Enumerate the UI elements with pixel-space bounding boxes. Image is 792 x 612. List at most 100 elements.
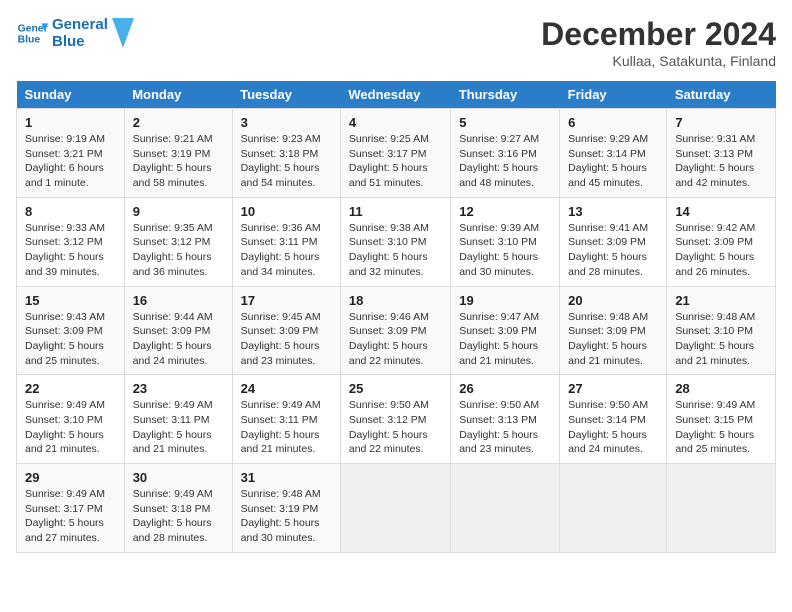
day-number: 25 [349, 381, 442, 396]
day-info: Sunrise: 9:25 AM Sunset: 3:17 PM Dayligh… [349, 132, 442, 191]
day-cell: 16 Sunrise: 9:44 AM Sunset: 3:09 PM Dayli… [124, 286, 232, 375]
day-info: Sunrise: 9:35 AM Sunset: 3:12 PM Dayligh… [133, 221, 224, 280]
day-cell: 1 Sunrise: 9:19 AM Sunset: 3:21 PM Daylig… [17, 109, 125, 198]
day-number: 24 [241, 381, 332, 396]
day-info: Sunrise: 9:50 AM Sunset: 3:13 PM Dayligh… [459, 398, 551, 457]
day-cell: 30 Sunrise: 9:49 AM Sunset: 3:18 PM Dayli… [124, 464, 232, 553]
month-title: December 2024 [541, 16, 776, 53]
col-header-saturday: Saturday [667, 81, 776, 109]
day-cell: 3 Sunrise: 9:23 AM Sunset: 3:18 PM Daylig… [232, 109, 340, 198]
day-number: 2 [133, 115, 224, 130]
day-info: Sunrise: 9:29 AM Sunset: 3:14 PM Dayligh… [568, 132, 658, 191]
day-cell: 29 Sunrise: 9:49 AM Sunset: 3:17 PM Dayli… [17, 464, 125, 553]
day-cell: 11 Sunrise: 9:38 AM Sunset: 3:10 PM Dayli… [340, 197, 450, 286]
week-row-2: 8 Sunrise: 9:33 AM Sunset: 3:12 PM Daylig… [17, 197, 776, 286]
day-number: 31 [241, 470, 332, 485]
day-number: 8 [25, 204, 116, 219]
day-number: 18 [349, 293, 442, 308]
day-info: Sunrise: 9:36 AM Sunset: 3:11 PM Dayligh… [241, 221, 332, 280]
day-number: 12 [459, 204, 551, 219]
day-cell: 9 Sunrise: 9:35 AM Sunset: 3:12 PM Daylig… [124, 197, 232, 286]
col-header-thursday: Thursday [451, 81, 560, 109]
day-info: Sunrise: 9:31 AM Sunset: 3:13 PM Dayligh… [675, 132, 767, 191]
week-row-5: 29 Sunrise: 9:49 AM Sunset: 3:17 PM Dayli… [17, 464, 776, 553]
day-cell: 24Sunrise: 9:49 AM Sunset: 3:11 PM Dayli… [232, 375, 340, 464]
day-number: 17 [241, 293, 332, 308]
day-cell: 4 Sunrise: 9:25 AM Sunset: 3:17 PM Daylig… [340, 109, 450, 198]
day-number: 10 [241, 204, 332, 219]
day-number: 3 [241, 115, 332, 130]
day-info: Sunrise: 9:44 AM Sunset: 3:09 PM Dayligh… [133, 310, 224, 369]
day-cell: 2Sunrise: 9:21 AM Sunset: 3:19 PM Daylig… [124, 109, 232, 198]
day-cell: 28 Sunrise: 9:49 AM Sunset: 3:15 PM Dayli… [667, 375, 776, 464]
logo-line1: General [52, 16, 108, 33]
day-number: 7 [675, 115, 767, 130]
col-header-friday: Friday [560, 81, 667, 109]
week-row-4: 22 Sunrise: 9:49 AM Sunset: 3:10 PM Dayli… [17, 375, 776, 464]
day-info: Sunrise: 9:49 AM Sunset: 3:10 PM Dayligh… [25, 398, 116, 457]
day-number: 16 [133, 293, 224, 308]
day-info: Sunrise: 9:19 AM Sunset: 3:21 PM Dayligh… [25, 132, 116, 191]
day-info: Sunrise: 9:43 AM Sunset: 3:09 PM Dayligh… [25, 310, 116, 369]
day-cell [667, 464, 776, 553]
day-cell: 20Sunrise: 9:48 AM Sunset: 3:09 PM Dayli… [560, 286, 667, 375]
calendar-table: SundayMondayTuesdayWednesdayThursdayFrid… [16, 81, 776, 553]
day-cell: 19 Sunrise: 9:47 AM Sunset: 3:09 PM Dayli… [451, 286, 560, 375]
day-number: 30 [133, 470, 224, 485]
day-info: Sunrise: 9:23 AM Sunset: 3:18 PM Dayligh… [241, 132, 332, 191]
week-row-1: 1 Sunrise: 9:19 AM Sunset: 3:21 PM Daylig… [17, 109, 776, 198]
day-number: 1 [25, 115, 116, 130]
day-info: Sunrise: 9:46 AM Sunset: 3:09 PM Dayligh… [349, 310, 442, 369]
day-info: Sunrise: 9:50 AM Sunset: 3:12 PM Dayligh… [349, 398, 442, 457]
day-number: 27 [568, 381, 658, 396]
day-info: Sunrise: 9:47 AM Sunset: 3:09 PM Dayligh… [459, 310, 551, 369]
col-header-tuesday: Tuesday [232, 81, 340, 109]
col-header-monday: Monday [124, 81, 232, 109]
day-info: Sunrise: 9:38 AM Sunset: 3:10 PM Dayligh… [349, 221, 442, 280]
day-info: Sunrise: 9:49 AM Sunset: 3:18 PM Dayligh… [133, 487, 224, 546]
title-block: December 2024 Kullaa, Satakunta, Finland [541, 16, 776, 69]
day-number: 15 [25, 293, 116, 308]
location-subtitle: Kullaa, Satakunta, Finland [541, 53, 776, 69]
day-info: Sunrise: 9:48 AM Sunset: 3:09 PM Dayligh… [568, 310, 658, 369]
logo: General Blue General Blue [16, 16, 134, 51]
day-number: 19 [459, 293, 551, 308]
day-number: 28 [675, 381, 767, 396]
day-cell: 15 Sunrise: 9:43 AM Sunset: 3:09 PM Dayli… [17, 286, 125, 375]
day-cell: 21Sunrise: 9:48 AM Sunset: 3:10 PM Dayli… [667, 286, 776, 375]
day-info: Sunrise: 9:27 AM Sunset: 3:16 PM Dayligh… [459, 132, 551, 191]
header-row: SundayMondayTuesdayWednesdayThursdayFrid… [17, 81, 776, 109]
day-info: Sunrise: 9:45 AM Sunset: 3:09 PM Dayligh… [241, 310, 332, 369]
page-header: General Blue General Blue December 2024 … [16, 16, 776, 69]
day-cell [560, 464, 667, 553]
day-number: 9 [133, 204, 224, 219]
day-cell: 13Sunrise: 9:41 AM Sunset: 3:09 PM Dayli… [560, 197, 667, 286]
day-info: Sunrise: 9:49 AM Sunset: 3:11 PM Dayligh… [133, 398, 224, 457]
day-number: 26 [459, 381, 551, 396]
week-row-3: 15 Sunrise: 9:43 AM Sunset: 3:09 PM Dayli… [17, 286, 776, 375]
day-number: 4 [349, 115, 442, 130]
day-cell: 18 Sunrise: 9:46 AM Sunset: 3:09 PM Dayli… [340, 286, 450, 375]
day-number: 29 [25, 470, 116, 485]
day-info: Sunrise: 9:33 AM Sunset: 3:12 PM Dayligh… [25, 221, 116, 280]
day-cell: 5Sunrise: 9:27 AM Sunset: 3:16 PM Daylig… [451, 109, 560, 198]
day-cell: 22 Sunrise: 9:49 AM Sunset: 3:10 PM Dayli… [17, 375, 125, 464]
day-info: Sunrise: 9:49 AM Sunset: 3:17 PM Dayligh… [25, 487, 116, 546]
day-cell: 23 Sunrise: 9:49 AM Sunset: 3:11 PM Dayli… [124, 375, 232, 464]
day-info: Sunrise: 9:39 AM Sunset: 3:10 PM Dayligh… [459, 221, 551, 280]
day-number: 23 [133, 381, 224, 396]
day-cell: 17 Sunrise: 9:45 AM Sunset: 3:09 PM Dayli… [232, 286, 340, 375]
day-info: Sunrise: 9:48 AM Sunset: 3:10 PM Dayligh… [675, 310, 767, 369]
day-cell: 7 Sunrise: 9:31 AM Sunset: 3:13 PM Daylig… [667, 109, 776, 198]
logo-triangle-icon [112, 18, 134, 48]
day-number: 14 [675, 204, 767, 219]
day-cell: 25 Sunrise: 9:50 AM Sunset: 3:12 PM Dayli… [340, 375, 450, 464]
day-cell: 27 Sunrise: 9:50 AM Sunset: 3:14 PM Dayli… [560, 375, 667, 464]
col-header-wednesday: Wednesday [340, 81, 450, 109]
day-number: 22 [25, 381, 116, 396]
day-number: 11 [349, 204, 442, 219]
day-info: Sunrise: 9:49 AM Sunset: 3:15 PM Dayligh… [675, 398, 767, 457]
day-info: Sunrise: 9:42 AM Sunset: 3:09 PM Dayligh… [675, 221, 767, 280]
day-info: Sunrise: 9:50 AM Sunset: 3:14 PM Dayligh… [568, 398, 658, 457]
day-cell [340, 464, 450, 553]
